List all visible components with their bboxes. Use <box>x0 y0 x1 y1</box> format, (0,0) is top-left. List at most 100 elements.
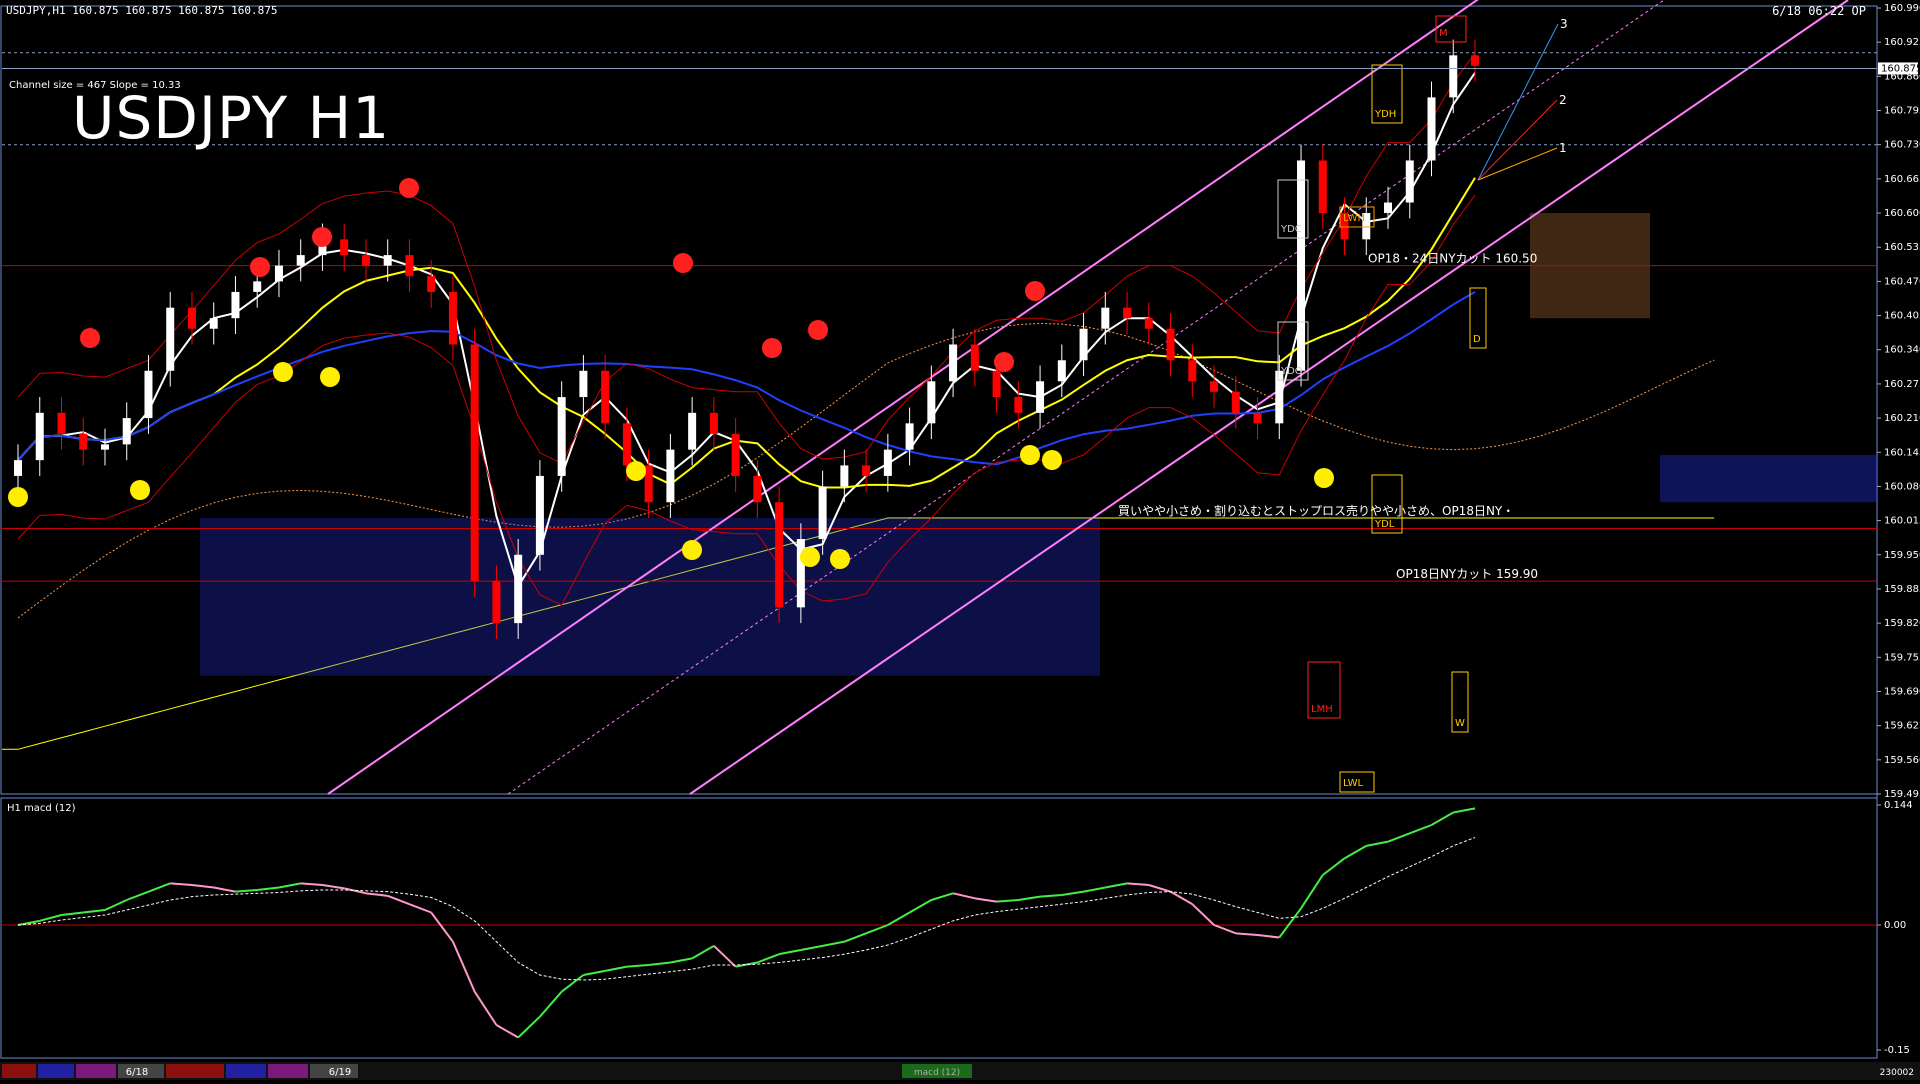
candle-body <box>274 265 283 282</box>
fractal-down-marker <box>808 320 828 340</box>
macd-segment <box>1300 874 1324 909</box>
candle-body <box>57 412 66 434</box>
channel-lower-line <box>689 0 1849 795</box>
pivot-box-label: LWH <box>1343 213 1365 224</box>
price-tick-label: 159.690 <box>1884 686 1920 697</box>
symbol-header: USDJPY,H1 160.875 160.875 160.875 160.87… <box>6 4 278 17</box>
candle-body <box>340 239 349 256</box>
fractal-up-marker <box>1020 445 1040 465</box>
macd-segment <box>191 884 214 889</box>
fractal-up-marker <box>1314 468 1334 488</box>
macd-segment <box>1235 932 1258 936</box>
candle-body <box>383 255 392 266</box>
price-tick-label: 159.625 <box>1884 721 1920 732</box>
macd-segment <box>213 886 236 893</box>
candle-body <box>1427 97 1436 161</box>
macd-layer <box>2 807 1877 1039</box>
macd-segment <box>822 940 845 947</box>
chart-title: USDJPY H1 <box>72 84 391 152</box>
fractal-up-marker <box>320 367 340 387</box>
fractal-up-marker <box>800 547 820 567</box>
candle-body <box>1405 160 1414 203</box>
macd-segment <box>648 961 671 966</box>
candle-body <box>187 307 196 329</box>
fan-line <box>1477 99 1558 181</box>
candle-body <box>862 465 871 476</box>
candle-body <box>448 291 457 345</box>
pivot-box-label: LMH <box>1311 704 1333 715</box>
macd-segment <box>1191 903 1215 926</box>
candle-body <box>361 255 370 266</box>
macd-segment <box>1322 857 1346 876</box>
macd-segment <box>561 974 585 993</box>
macd-axis-ticks: 0.144 0.00 -0.15 <box>1877 800 1913 1056</box>
price-tick-label: 160.080 <box>1884 481 1920 492</box>
macd-segment <box>583 969 606 976</box>
price-tick-label: 159.950 <box>1884 550 1920 561</box>
price-tick-label: 160.340 <box>1884 345 1920 356</box>
macd-segment <box>473 991 498 1026</box>
footer-macd-label: macd (12) <box>914 1068 960 1078</box>
macd-segment <box>691 944 715 960</box>
macd-segment <box>126 890 149 901</box>
macd-segment <box>604 965 628 972</box>
fractal-up-marker <box>8 487 28 507</box>
price-tick-label: 159.495 <box>1884 789 1920 800</box>
macd-segment <box>974 897 997 903</box>
macd-segment <box>626 964 649 968</box>
pivot-box-label: YDO <box>1280 366 1303 377</box>
macd-segment <box>83 909 106 914</box>
date-bar-seg-2 <box>38 1064 74 1078</box>
candle-body <box>209 318 218 329</box>
macd-segment <box>778 949 802 956</box>
macd-segment <box>1409 824 1432 835</box>
candle-body <box>14 460 22 476</box>
fractal-up-marker <box>830 549 850 569</box>
macd-segment <box>996 899 1019 903</box>
fan-label: 2 <box>1559 93 1567 107</box>
pivot-box-label: YDL <box>1374 519 1395 530</box>
macd-segment <box>1257 934 1280 939</box>
candle-body <box>970 344 979 371</box>
level-annotation: OP18日NYカット 159.90 <box>1396 567 1538 581</box>
fractal-up-marker <box>682 540 702 560</box>
macd-segment <box>1126 882 1149 886</box>
macd-segment <box>39 914 62 922</box>
macd-segment <box>517 1015 541 1039</box>
candle-body <box>1210 381 1219 392</box>
macd-segment <box>1366 840 1389 847</box>
candle-body <box>927 381 936 424</box>
candle-body <box>992 370 1001 398</box>
candle-body <box>709 412 718 434</box>
macd-segment <box>148 882 171 893</box>
candle-body <box>1253 412 1262 424</box>
pivot-box-label: LWL <box>1343 778 1364 789</box>
fractal-down-marker <box>80 328 100 348</box>
candle-body <box>753 475 762 503</box>
candle-body <box>405 255 414 277</box>
macd-segment <box>278 882 301 889</box>
candle-body <box>1471 55 1479 66</box>
macd-segment <box>887 911 911 926</box>
price-tick-label: 160.535 <box>1884 242 1920 253</box>
candle-body <box>688 412 697 450</box>
fractal-down-marker <box>399 178 419 198</box>
macd-segment <box>909 899 932 914</box>
pivot-box-label: YDH <box>1374 109 1396 120</box>
footer-right-id: 230002 <box>1880 1068 1914 1078</box>
candle-body <box>731 433 740 476</box>
fractal-down-marker <box>994 352 1014 372</box>
candle-body <box>1231 391 1240 413</box>
candle-body <box>514 554 523 624</box>
ichimoku-cloud-fill <box>200 517 1100 676</box>
macd-segment <box>452 941 476 993</box>
date-bar-seg-7 <box>268 1064 308 1078</box>
pivot-box-label: M <box>1439 28 1448 39</box>
macd-segment <box>1018 895 1041 901</box>
macd-segment <box>865 924 889 935</box>
macd-segment <box>365 892 388 897</box>
candle-body <box>601 370 610 424</box>
candle-body <box>1014 397 1023 413</box>
candle-body <box>1144 318 1153 329</box>
macd-tick-label: -0.15 <box>1884 1045 1910 1056</box>
